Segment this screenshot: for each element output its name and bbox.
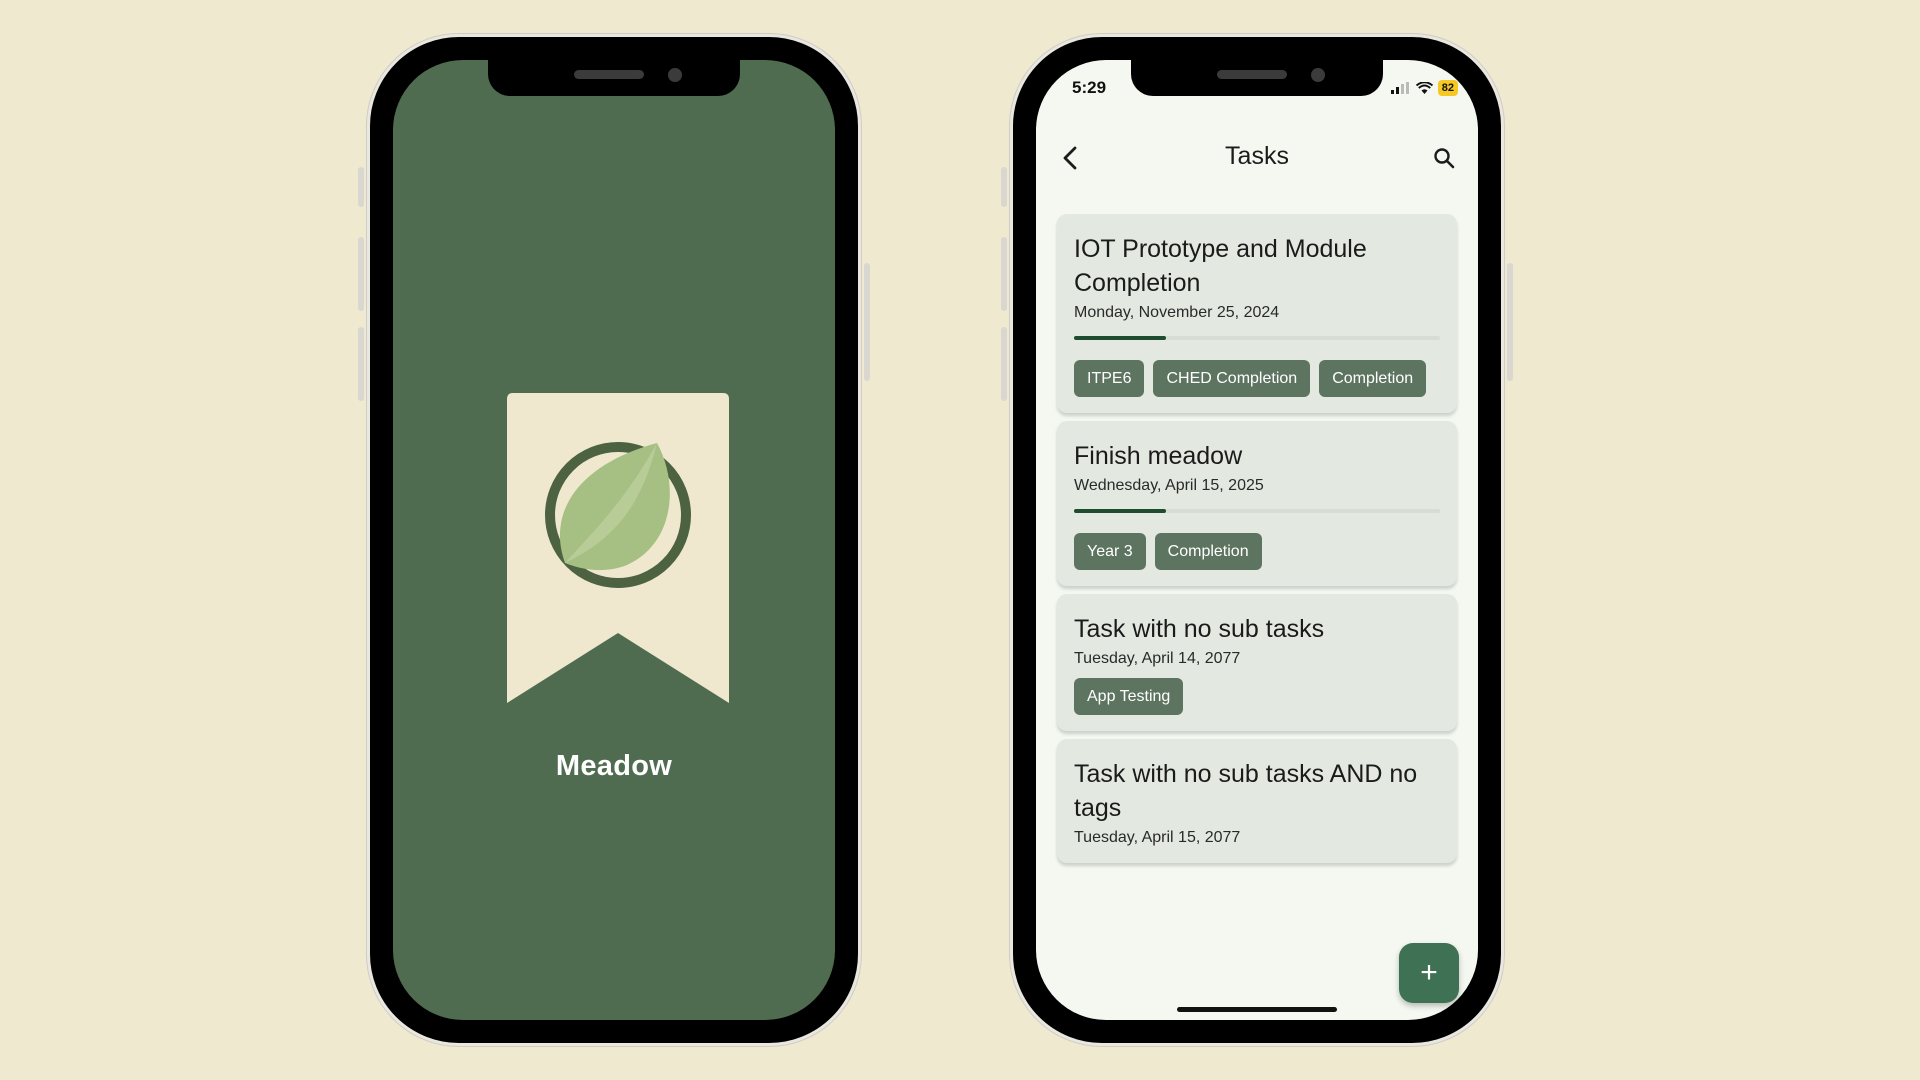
tag-chip[interactable]: Year 3 [1074,533,1146,570]
tag-chip[interactable]: App Testing [1074,678,1184,715]
task-date: Wednesday, April 15, 2025 [1074,477,1264,494]
power-button [1507,263,1513,381]
status-icons: 82 [1390,80,1458,96]
task-progress-bar [1074,336,1440,340]
task-card[interactable]: IOT Prototype and Module Completion Mond… [1057,214,1457,413]
task-title: Task with no sub tasks [1074,615,1325,643]
task-date: Monday, November 25, 2024 [1074,304,1280,321]
leaf-bookmark-icon [507,393,729,703]
phone-splash: Meadow [358,34,870,1046]
tag-chip[interactable]: Completion [1319,360,1427,397]
task-date: Tuesday, April 15, 2077 [1074,829,1241,846]
volume-down-button [1001,327,1007,401]
app-header: Tasks [1036,132,1478,184]
battery-indicator: 82 [1437,80,1458,96]
task-card[interactable]: Task with no sub tasks AND no tags Tuesd… [1057,739,1457,863]
tag-chip[interactable]: CHED Completion [1153,360,1311,397]
notch [1131,60,1383,96]
tasks-screen: 5:29 82 Tasks IOT Prototype and Module C… [1036,60,1478,1020]
splash-screen: Meadow [393,60,835,1020]
tag-list: Year 3 Completion [1074,533,1441,570]
volume-up-button [1001,237,1007,311]
page-title: Tasks [1225,142,1289,170]
task-progress-fill [1074,336,1166,340]
task-progress-fill [1074,509,1166,513]
add-task-button[interactable]: + [1399,943,1459,1003]
volume-up-button [358,237,364,311]
tag-chip[interactable]: ITPE6 [1074,360,1145,397]
status-time: 5:29 [1072,78,1107,97]
mute-switch [1001,167,1007,207]
wifi-icon [1415,81,1433,94]
phone-tasks: 5:29 82 Tasks IOT Prototype and Module C… [1001,34,1513,1046]
task-title: IOT Prototype and Module Completion [1074,235,1367,297]
tag-list: App Testing [1074,678,1441,715]
mute-switch [358,167,364,207]
tag-chip[interactable]: Completion [1154,533,1262,570]
task-progress-bar [1074,509,1440,513]
power-button [864,263,870,381]
task-date: Tuesday, April 14, 2077 [1074,650,1241,667]
task-title: Task with no sub tasks AND no tags [1074,760,1418,822]
plus-icon: + [1420,956,1438,989]
task-list: IOT Prototype and Module Completion Mond… [1057,214,1457,863]
search-icon [1434,148,1455,169]
app-name: Meadow [555,750,673,782]
task-title: Finish meadow [1074,442,1243,470]
task-card[interactable]: Task with no sub tasks Tuesday, April 14… [1057,594,1457,731]
home-indicator [1177,1007,1337,1012]
notch [488,60,740,96]
cellular-signal-icon [1390,82,1409,94]
tag-list: ITPE6 CHED Completion Completion [1074,360,1441,397]
volume-down-button [358,327,364,401]
task-card[interactable]: Finish meadow Wednesday, April 15, 2025 … [1057,421,1457,586]
search-button[interactable] [1430,144,1458,172]
